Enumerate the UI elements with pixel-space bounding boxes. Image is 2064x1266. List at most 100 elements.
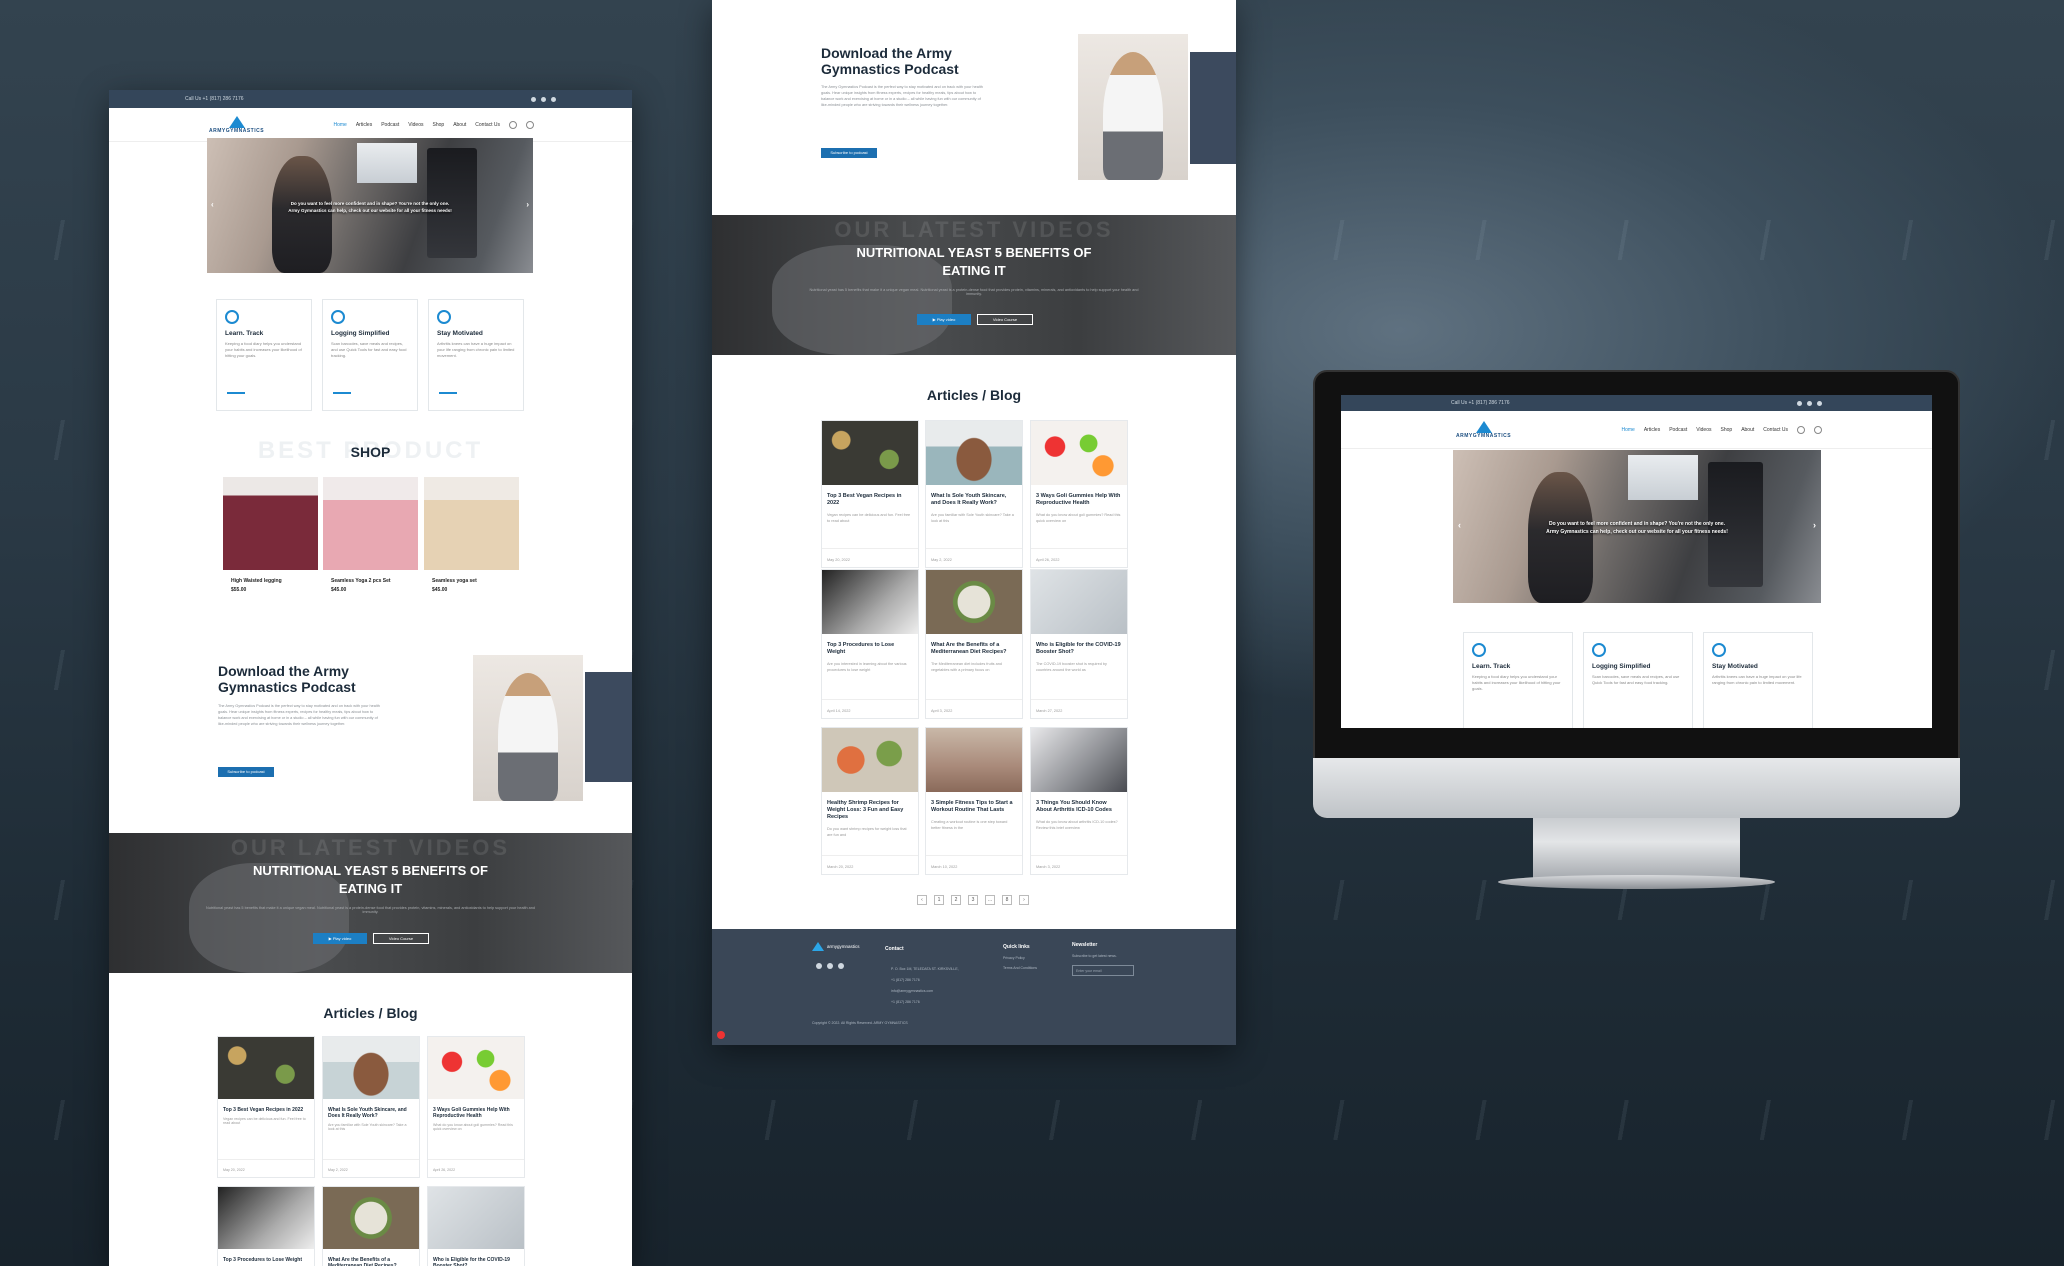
nav-home[interactable]: Home <box>1621 427 1634 433</box>
product-image[interactable] <box>323 477 418 570</box>
product-name[interactable]: Seamless Yoga 2 pcs Set <box>323 578 418 584</box>
subscribe-podcast-button[interactable]: Subscribe to podcast <box>218 767 274 777</box>
footer-phone-2[interactable]: +1 (817) 286 7176 <box>891 1000 920 1004</box>
article-image[interactable] <box>323 1187 419 1249</box>
article-card[interactable]: Who is Eligible for the COVID-19 Booster… <box>427 1186 525 1266</box>
article-image[interactable] <box>926 421 1022 485</box>
footer-email[interactable]: info@armygymnastics.com <box>891 989 933 993</box>
footer-privacy-link[interactable]: Privacy Policy <box>1003 956 1025 960</box>
nav-articles[interactable]: Articles <box>356 122 372 128</box>
article-card[interactable]: What Are the Benefits of a Mediterranean… <box>322 1186 420 1266</box>
article-title[interactable]: Healthy Shrimp Recipes for Weight Loss: … <box>822 800 918 821</box>
article-image[interactable] <box>822 728 918 792</box>
product-name[interactable]: High Waisted legging <box>223 578 318 584</box>
page-button[interactable]: ‹ <box>917 895 927 905</box>
article-title[interactable]: 3 Ways Goli Gummies Help With Reproducti… <box>1031 493 1127 507</box>
product-image[interactable] <box>223 477 318 570</box>
nav-about[interactable]: About <box>1741 427 1754 433</box>
article-image[interactable] <box>218 1187 314 1249</box>
page-button[interactable]: 2 <box>951 895 961 905</box>
page-button[interactable]: 3 <box>968 895 978 905</box>
article-title[interactable]: What Are the Benefits of a Mediterranean… <box>323 1257 419 1266</box>
subscribe-podcast-button[interactable]: Subscribe to podcast <box>821 148 877 158</box>
nav-shop[interactable]: Shop <box>433 122 445 128</box>
article-card[interactable]: 3 Things You Should Know About Arthritis… <box>1030 727 1128 875</box>
facebook-icon[interactable] <box>551 96 556 102</box>
article-card[interactable]: What Is Sole Youth Skincare, and Does It… <box>925 420 1023 568</box>
play-video-button[interactable]: ▶ Play video <box>917 314 971 325</box>
article-card[interactable]: 3 Ways Goli Gummies Help With Reproducti… <box>1030 420 1128 568</box>
cart-icon[interactable] <box>526 120 534 129</box>
nav-videos[interactable]: Videos <box>408 122 423 128</box>
cart-icon[interactable] <box>1814 425 1822 434</box>
nav-contact[interactable]: Contact Us <box>1763 427 1788 433</box>
instagram-icon[interactable] <box>541 96 546 102</box>
video-course-button[interactable]: Video Course <box>977 314 1033 325</box>
article-title[interactable]: 3 Ways Goli Gummies Help With Reproducti… <box>428 1107 524 1119</box>
footer-logo[interactable]: armygymnastics <box>812 942 860 951</box>
article-card[interactable]: What Is Sole Youth Skincare, and Does It… <box>322 1036 420 1178</box>
product-card[interactable]: High Waisted legging $55.00 <box>223 477 318 593</box>
article-title[interactable]: What Is Sole Youth Skincare, and Does It… <box>926 493 1022 507</box>
article-image[interactable] <box>428 1037 524 1099</box>
logo[interactable]: ARMYGYMNASTICS <box>209 115 264 134</box>
article-image[interactable] <box>1031 421 1127 485</box>
article-card[interactable]: Top 3 Procedures to Lose Weight Are you … <box>821 569 919 719</box>
prev-arrow-icon[interactable]: ‹ <box>211 200 214 209</box>
article-card[interactable]: 3 Simple Fitness Tips to Start a Workout… <box>925 727 1023 875</box>
twitter-icon[interactable] <box>531 96 536 102</box>
article-image[interactable] <box>323 1037 419 1099</box>
product-name[interactable]: Seamless yoga set <box>424 578 519 584</box>
account-icon[interactable] <box>509 120 517 129</box>
twitter-icon[interactable] <box>1797 400 1802 406</box>
article-image[interactable] <box>218 1037 314 1099</box>
facebook-icon[interactable] <box>838 963 844 969</box>
page-button[interactable]: › <box>1019 895 1029 905</box>
instagram-icon[interactable] <box>827 963 833 969</box>
facebook-icon[interactable] <box>1817 400 1822 406</box>
footer-phone[interactable]: +1 (817) 286 7176 <box>891 978 920 982</box>
account-icon[interactable] <box>1797 425 1805 434</box>
logo[interactable]: ARMYGYMNASTICS <box>1456 420 1511 439</box>
product-card[interactable]: Seamless Yoga 2 pcs Set $45.00 <box>323 477 418 593</box>
article-card[interactable]: Who is Eligible for the COVID-19 Booster… <box>1030 569 1128 719</box>
article-image[interactable] <box>926 728 1022 792</box>
footer-terms-link[interactable]: Terms And Conditions <box>1003 966 1037 970</box>
product-image[interactable] <box>424 477 519 570</box>
nav-contact[interactable]: Contact Us <box>475 122 500 128</box>
page-button[interactable]: 8 <box>1002 895 1012 905</box>
article-image[interactable] <box>1031 570 1127 634</box>
video-course-button[interactable]: Video Course <box>373 933 429 944</box>
article-image[interactable] <box>822 570 918 634</box>
page-button[interactable]: … <box>985 895 995 905</box>
article-title[interactable]: What Is Sole Youth Skincare, and Does It… <box>323 1107 419 1119</box>
nav-shop[interactable]: Shop <box>1721 427 1733 433</box>
article-title[interactable]: Top 3 Best Vegan Recipes in 2022 <box>822 493 918 507</box>
article-title[interactable]: 3 Things You Should Know About Arthritis… <box>1031 800 1127 814</box>
article-title[interactable]: Who is Eligible for the COVID-19 Booster… <box>428 1257 524 1266</box>
article-title[interactable]: Top 3 Procedures to Lose Weight <box>822 642 918 656</box>
article-title[interactable]: Top 3 Procedures to Lose Weight <box>218 1257 314 1263</box>
prev-arrow-icon[interactable]: ‹ <box>1458 520 1461 530</box>
next-arrow-icon[interactable]: › <box>1813 520 1816 530</box>
newsletter-email-input[interactable]: Enter your email <box>1072 965 1134 976</box>
article-card[interactable]: Healthy Shrimp Recipes for Weight Loss: … <box>821 727 919 875</box>
article-card[interactable]: 3 Ways Goli Gummies Help With Reproducti… <box>427 1036 525 1178</box>
notification-dot-icon[interactable] <box>717 1031 725 1039</box>
article-card[interactable]: Top 3 Procedures to Lose Weight <box>217 1186 315 1266</box>
article-image[interactable] <box>1031 728 1127 792</box>
play-video-button[interactable]: ▶ Play video <box>313 933 367 944</box>
article-image[interactable] <box>926 570 1022 634</box>
article-title[interactable]: What Are the Benefits of a Mediterranean… <box>926 642 1022 656</box>
nav-home[interactable]: Home <box>333 122 346 128</box>
product-card[interactable]: Seamless yoga set $45.00 <box>424 477 519 593</box>
article-title[interactable]: Top 3 Best Vegan Recipes in 2022 <box>218 1107 314 1113</box>
page-button[interactable]: 1 <box>934 895 944 905</box>
nav-videos[interactable]: Videos <box>1696 427 1711 433</box>
article-card[interactable]: What Are the Benefits of a Mediterranean… <box>925 569 1023 719</box>
twitter-icon[interactable] <box>816 963 822 969</box>
article-card[interactable]: Top 3 Best Vegan Recipes in 2022 Vegan re… <box>217 1036 315 1178</box>
nav-podcast[interactable]: Podcast <box>381 122 399 128</box>
nav-about[interactable]: About <box>453 122 466 128</box>
article-image[interactable] <box>822 421 918 485</box>
